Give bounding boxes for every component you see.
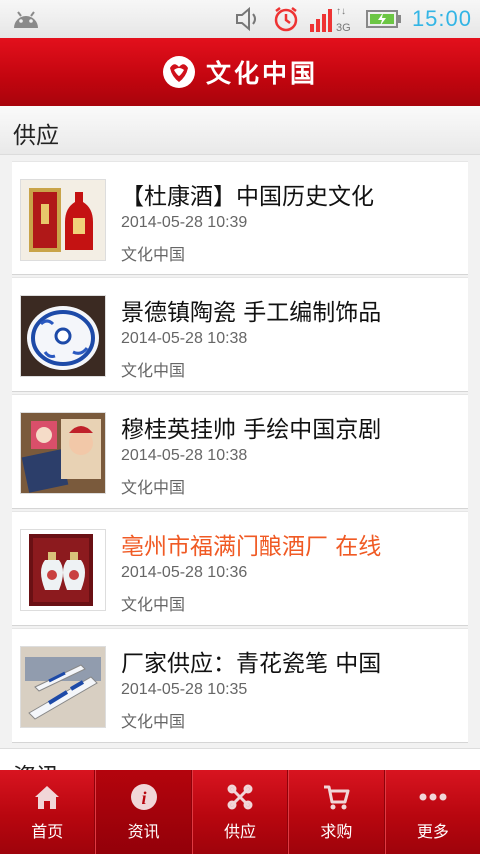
- item-date: 2014-05-28 10:39: [121, 214, 248, 231]
- tab-news[interactable]: i 资讯: [95, 770, 192, 854]
- tab-supply[interactable]: 供应: [191, 770, 289, 854]
- tab-label: 首页: [31, 822, 64, 841]
- svg-text:↑↓: ↑↓: [336, 6, 346, 17]
- status-bar: ↑↓ 3G 15:00: [0, 0, 480, 38]
- volume-icon: [235, 6, 256, 32]
- item-date: 2014-05-28 10:38: [121, 447, 248, 464]
- signal-icon: ↑↓ 3G: [309, 6, 351, 34]
- item-source: 文化中国: [121, 361, 186, 380]
- cart-icon: [324, 785, 350, 810]
- item-thumbnail: [20, 529, 106, 611]
- info-icon: i: [130, 784, 157, 810]
- svg-text:i: i: [141, 788, 146, 808]
- logo-icon: [162, 56, 195, 88]
- item-thumbnail: [20, 295, 106, 377]
- tab-home[interactable]: 首页: [0, 770, 96, 854]
- item-title: 亳州市福满门酿酒厂 在线: [121, 534, 382, 560]
- list-item[interactable]: 景德镇陶瓷 手工编制饰品 2014-05-28 10:38 文化中国: [12, 277, 468, 392]
- logo-text: 文化中国: [205, 59, 318, 88]
- tab-more[interactable]: 更多: [384, 770, 480, 854]
- tab-label: 供应: [224, 822, 257, 841]
- app-header: 文化中国: [0, 38, 480, 106]
- item-source: 文化中国: [121, 245, 186, 264]
- item-source: 文化中国: [121, 478, 186, 497]
- home-icon: [35, 786, 60, 809]
- android-icon: [14, 11, 38, 28]
- more-icon: [419, 793, 447, 801]
- list-item[interactable]: 亳州市福满门酿酒厂 在线 2014-05-28 10:36 文化中国: [12, 511, 468, 626]
- item-title: 【杜康酒】中国历史文化: [121, 184, 374, 210]
- item-source: 文化中国: [121, 712, 186, 731]
- list-item[interactable]: 穆桂英挂帅 手绘中国京剧 2014-05-28 10:38 文化中国: [12, 394, 468, 509]
- tab-label: 求购: [320, 822, 353, 841]
- battery-icon: [365, 10, 401, 28]
- list-item[interactable]: 【杜康酒】中国历史文化 2014-05-28 10:39 文化中国: [12, 161, 468, 275]
- tab-label: 更多: [416, 822, 449, 841]
- section-header-supply: 供应: [0, 106, 480, 155]
- item-date: 2014-05-28 10:36: [121, 564, 248, 581]
- item-thumbnail: [20, 412, 106, 494]
- tab-purchase[interactable]: 求购: [288, 770, 385, 854]
- section-title: 供应: [13, 123, 59, 149]
- item-date: 2014-05-28 10:38: [121, 330, 248, 347]
- supply-list: 【杜康酒】中国历史文化 2014-05-28 10:39 文化中国 景德镇陶瓷 …: [12, 161, 468, 745]
- item-thumbnail: [20, 646, 106, 728]
- item-thumbnail: [20, 179, 106, 261]
- svg-text:3G: 3G: [336, 22, 351, 34]
- alarm-icon: [274, 7, 298, 32]
- logo: 文化中国: [162, 54, 318, 90]
- item-source: 文化中国: [121, 595, 186, 614]
- item-date: 2014-05-28 10:35: [121, 681, 248, 698]
- tab-label: 资讯: [127, 822, 160, 841]
- clock: 15:00: [411, 6, 472, 31]
- supply-icon: [227, 784, 253, 810]
- item-title: 厂家供应：青花瓷笔 中国: [121, 651, 382, 677]
- item-title: 景德镇陶瓷 手工编制饰品: [121, 300, 382, 326]
- list-item[interactable]: 厂家供应：青花瓷笔 中国 2014-05-28 10:35 文化中国: [12, 628, 468, 743]
- item-title: 穆桂英挂帅 手绘中国京剧: [121, 417, 382, 443]
- bottom-tab-bar: 首页 i 资讯 供应 求购 更多: [0, 770, 480, 854]
